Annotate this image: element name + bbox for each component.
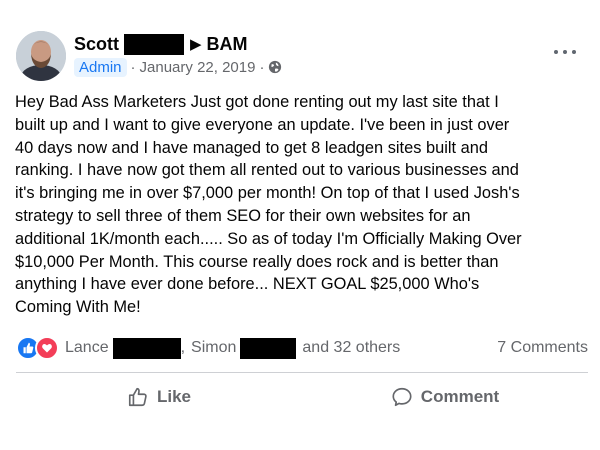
group-name[interactable]: BAM bbox=[207, 34, 248, 55]
redacted-name-block bbox=[240, 337, 297, 359]
reactor-name-2[interactable]: Simon bbox=[191, 339, 236, 357]
action-bar: Like Comment bbox=[16, 374, 588, 420]
facebook-post: Scott ▶ BAM Admin · January 22, 2019 · H… bbox=[0, 0, 600, 450]
meta-separator-2: · bbox=[259, 58, 265, 76]
dot bbox=[572, 50, 576, 54]
reaction-icons[interactable] bbox=[16, 336, 59, 360]
post-text: Hey Bad Ass Marketers Just got done rent… bbox=[15, 93, 522, 317]
redacted-name-block bbox=[124, 33, 184, 55]
like-label: Like bbox=[156, 387, 192, 406]
dot bbox=[554, 50, 558, 54]
love-reaction-icon bbox=[35, 336, 59, 360]
post-meta: Admin · January 22, 2019 · bbox=[74, 56, 282, 78]
admin-badge[interactable]: Admin bbox=[74, 57, 127, 77]
post-date[interactable]: January 22, 2019 bbox=[140, 59, 256, 76]
comment-button[interactable]: Comment bbox=[302, 374, 588, 420]
reactor-separator: , bbox=[180, 339, 186, 356]
comments-count[interactable]: 7 Comments bbox=[497, 339, 588, 357]
author-name[interactable]: Scott bbox=[74, 34, 119, 55]
more-options-icon[interactable] bbox=[554, 42, 576, 62]
reactor-others[interactable]: and 32 others bbox=[302, 339, 400, 357]
reactions-bar: Lance , Simon and 32 others 7 Comments bbox=[16, 336, 588, 360]
reactor-name-1[interactable]: Lance bbox=[65, 339, 109, 357]
avatar[interactable] bbox=[16, 31, 66, 81]
avatar-image bbox=[16, 31, 66, 81]
like-button[interactable]: Like bbox=[16, 374, 302, 420]
arrow-icon: ▶ bbox=[190, 36, 202, 53]
divider bbox=[16, 372, 588, 373]
dot bbox=[563, 50, 567, 54]
meta-separator: · bbox=[130, 58, 136, 76]
comment-label: Comment bbox=[420, 387, 500, 406]
comment-icon bbox=[392, 387, 412, 407]
author-line: Scott ▶ BAM bbox=[74, 32, 248, 56]
globe-icon bbox=[268, 60, 282, 74]
redacted-name-block bbox=[112, 337, 181, 359]
thumbs-up-icon bbox=[128, 387, 147, 407]
